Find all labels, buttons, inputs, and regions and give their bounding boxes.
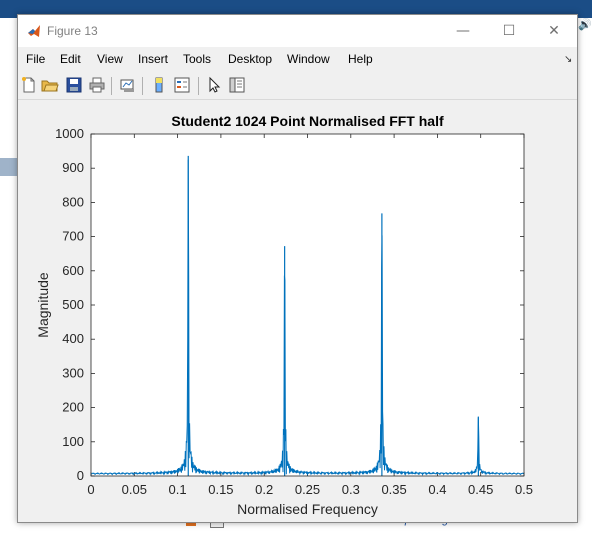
y-tick-label: 800	[62, 194, 84, 209]
minimize-button[interactable]: —	[440, 15, 486, 47]
new-figure-icon[interactable]	[20, 76, 38, 94]
menu-insert[interactable]: Insert	[138, 52, 168, 66]
background-panel-strip	[0, 158, 18, 176]
background-notification-icon: 🔊	[578, 18, 592, 31]
x-tick-label: 0.3	[342, 482, 360, 497]
y-tick-label: 0	[77, 468, 84, 483]
x-tick-label: 0.2	[255, 482, 273, 497]
toolbar-separator	[198, 77, 199, 95]
x-tick-label: 0.05	[122, 482, 147, 497]
menu-bar: File Edit View Insert Tools Desktop Wind…	[18, 50, 577, 70]
y-tick-label: 300	[62, 365, 84, 380]
property-inspector-icon[interactable]	[228, 76, 246, 94]
y-tick-label: 200	[62, 400, 84, 415]
menu-tools[interactable]: Tools	[183, 52, 211, 66]
figure-canvas[interactable]: 0 0.05 0.1 0.15 0.2 0.25 0.3 0.35 0.4 0.45 0.5 0 100…	[18, 101, 577, 521]
edit-plot-arrow-icon[interactable]	[205, 76, 223, 94]
x-axis-label: Normalised Frequency	[237, 501, 378, 517]
window-titlebar[interactable]: Figure 13 — ☐ ✕	[18, 15, 577, 47]
dock-arrow-icon[interactable]: ↘	[564, 54, 572, 65]
y-tick-label: 500	[62, 297, 84, 312]
chart-area[interactable]: 0 0.05 0.1 0.15 0.2 0.25 0.3 0.35 0.4 0.45 0.5 0 100…	[35, 113, 533, 517]
x-tick-label: 0.35	[381, 482, 406, 497]
figure-toolbar	[18, 73, 577, 100]
legend-icon[interactable]	[173, 76, 191, 94]
menu-desktop[interactable]: Desktop	[228, 52, 272, 66]
y-axis-label: Magnitude	[35, 272, 51, 338]
y-tick-label: 1000	[55, 126, 84, 141]
x-tick-label: 0.25	[295, 482, 320, 497]
link-plot-icon[interactable]	[119, 76, 137, 94]
x-tick-label: 0.45	[468, 482, 493, 497]
x-tick-label: 0.1	[169, 482, 187, 497]
menu-window[interactable]: Window	[287, 52, 330, 66]
menu-help[interactable]: Help	[348, 52, 373, 66]
matlab-logo-icon	[28, 25, 40, 37]
maximize-button[interactable]: ☐	[486, 15, 532, 47]
toolbar-separator	[111, 77, 112, 95]
x-tick-label: 0.15	[208, 482, 233, 497]
y-tick-label: 900	[62, 160, 84, 175]
chart-title: Student2 1024 Point Normalised FFT half	[171, 113, 444, 129]
x-tick-label: 0	[87, 482, 94, 497]
x-tick-label: 0.4	[428, 482, 446, 497]
menu-edit[interactable]: Edit	[60, 52, 81, 66]
save-icon[interactable]	[65, 76, 83, 94]
menu-file[interactable]: File	[26, 52, 45, 66]
menu-view[interactable]: View	[97, 52, 123, 66]
axes-background[interactable]	[91, 134, 524, 476]
print-icon[interactable]	[88, 76, 106, 94]
colorbar-icon[interactable]	[150, 76, 168, 94]
y-tick-label: 600	[62, 263, 84, 278]
y-tick-label: 700	[62, 229, 84, 244]
figure-window[interactable]: Figure 13 — ☐ ✕ File Edit View Insert To…	[17, 14, 578, 523]
y-tick-label: 100	[62, 434, 84, 449]
toolbar-separator	[142, 77, 143, 95]
y-tick-label: 400	[62, 331, 84, 346]
x-tick-label: 0.5	[515, 482, 533, 497]
close-button[interactable]: ✕	[531, 15, 577, 47]
window-title: Figure 13	[47, 24, 98, 38]
open-file-icon[interactable]	[41, 76, 59, 94]
